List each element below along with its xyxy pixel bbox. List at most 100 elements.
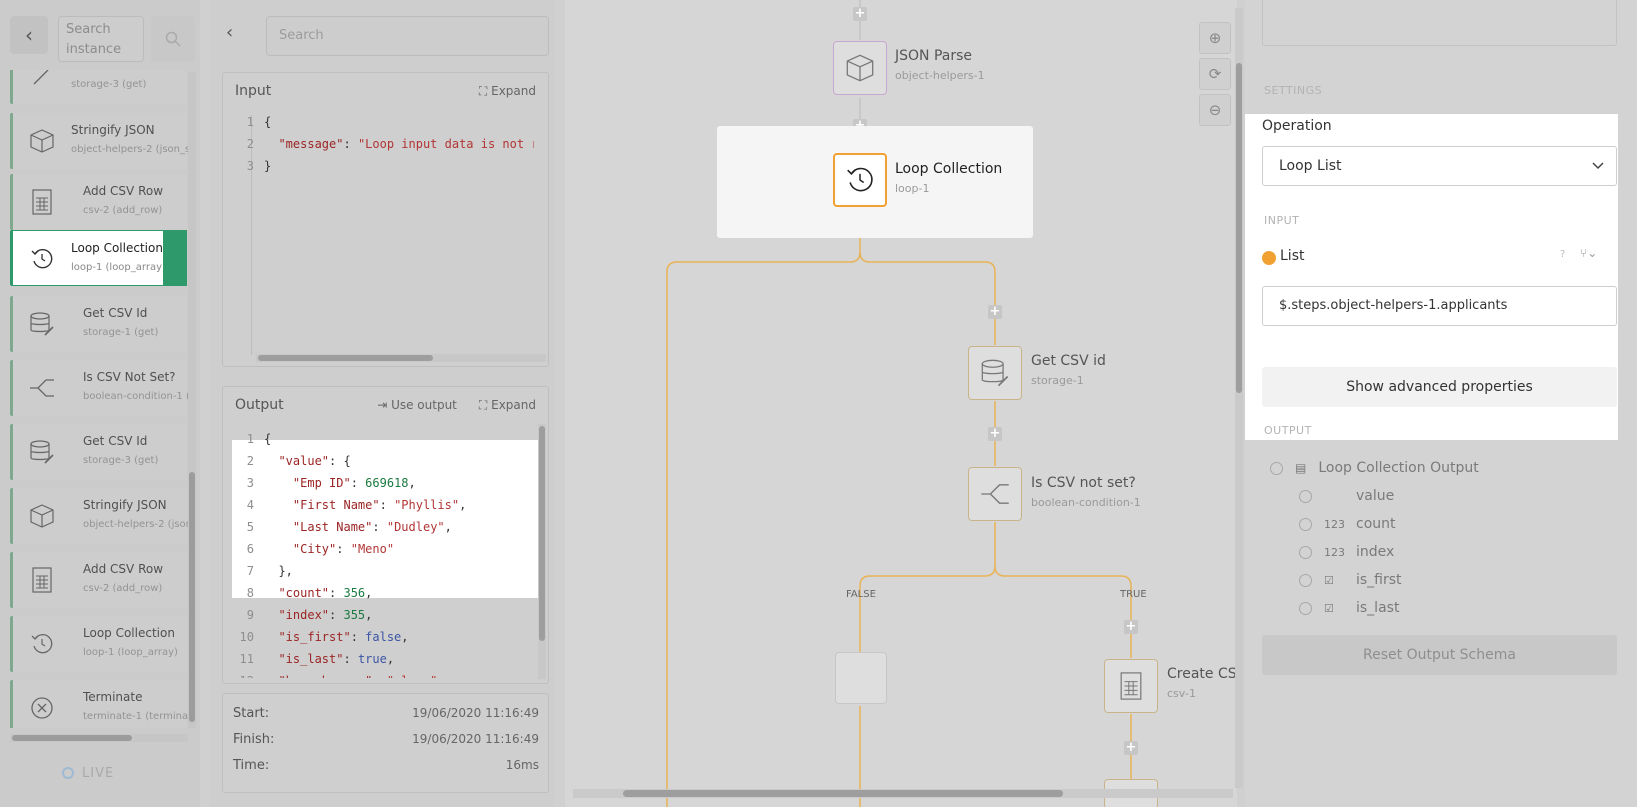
add-step-button[interactable]: + (988, 427, 1002, 441)
input-hscrollbar[interactable] (256, 354, 546, 362)
json-parse-node[interactable] (833, 41, 887, 95)
step-list-scrollbar[interactable] (188, 72, 196, 728)
expand-output-button[interactable]: ⛶ Expand (479, 398, 536, 413)
use-output-button[interactable]: ⇥ Use output (377, 398, 457, 413)
add-step-button[interactable]: + (1124, 620, 1138, 634)
loop-collection-node[interactable] (833, 153, 887, 207)
output-field-count[interactable]: 123 count (1299, 516, 1396, 532)
code-line: "is_last": true, (278, 652, 395, 666)
finish-label: Finish: (233, 732, 275, 747)
is-csv-not-set-node[interactable] (968, 467, 1022, 521)
time-value: 16ms (505, 758, 539, 772)
step-title: Get CSV Id (83, 306, 148, 320)
zoom-in-button[interactable]: ⊕ (1199, 22, 1231, 54)
add-step-button[interactable]: + (988, 305, 1002, 319)
output-code[interactable]: 1{2 "value": {3 "Emp ID": 669618, 4 "Firs… (232, 428, 537, 678)
node-subtitle: boolean-condition-1 (1031, 496, 1141, 509)
code-line: "First Name": "Phyllis", (292, 498, 467, 512)
database-edit-icon (27, 437, 57, 467)
node-subtitle: loop-1 (895, 182, 930, 195)
expand-input-button[interactable]: ⛶ Expand (479, 84, 536, 99)
radio-icon (1299, 601, 1312, 615)
zoom-out-icon: ⊖ (1208, 101, 1222, 119)
field-name: count (1356, 516, 1396, 532)
search-button[interactable] (151, 16, 195, 62)
step-subtitle: terminate-1 (terminate_r (83, 711, 188, 722)
step-title: Terminate (83, 690, 143, 704)
back-button[interactable]: ‹ (10, 16, 48, 54)
step-item[interactable]: Add CSV Row csv-2 (add_row) (10, 552, 187, 608)
node-title: Create CSV (1167, 666, 1237, 682)
step-item[interactable]: Get CSV Id storage-3 (get) (10, 424, 187, 480)
branch-icon (981, 484, 1009, 504)
live-indicator-icon (62, 767, 74, 779)
zoom-out-button[interactable]: ⊖ (1199, 94, 1231, 126)
search-input[interactable]: Search (266, 16, 549, 56)
input-title: Input (235, 83, 272, 99)
time-label: Time: (233, 758, 270, 773)
reset-zoom-button[interactable]: ⟳ (1199, 58, 1231, 90)
name-input-partial[interactable] (1262, 0, 1617, 46)
step-item[interactable]: storage-3 (get) (10, 70, 187, 104)
output-section-label: OUTPUT (1264, 424, 1312, 437)
code-line: "branch_name": "_loop" (264, 670, 437, 678)
field-type-icon: 123 (1324, 517, 1345, 531)
cube-icon (846, 54, 874, 82)
step-subtitle: csv-2 (add_row) (83, 205, 163, 216)
required-indicator-icon (1262, 251, 1276, 265)
code-line: }, (264, 564, 293, 578)
step-item[interactable]: Get CSV Id storage-1 (get) (10, 296, 187, 352)
output-field-value[interactable]: value (1299, 488, 1394, 504)
execution-stats: Start: 19/06/2020 11:16:49 Finish: 19/06/2… (222, 693, 549, 793)
canvas-vscrollbar[interactable] (1235, 8, 1243, 788)
input-pane-header: Input ⛶ Expand (223, 73, 548, 109)
output-pane-header: Output ⇥ Use output ⛶ Expand (223, 387, 548, 423)
field-name: is_last (1356, 600, 1400, 616)
operation-select[interactable]: Loop List (1262, 146, 1617, 186)
step-title: Loop Collection (71, 241, 163, 255)
output-root-item[interactable]: ▤ Loop Collection Output (1270, 460, 1479, 476)
add-step-button[interactable]: + (853, 7, 867, 21)
get-csv-id-node[interactable] (968, 346, 1022, 400)
live-toggle[interactable]: LIVE (62, 766, 114, 781)
live-label: LIVE (82, 766, 115, 781)
radio-icon (1299, 545, 1312, 559)
code-line: "Last Name": "Dudley", (292, 520, 452, 534)
step-item[interactable]: Loop Collection loop-1 (loop_array) (10, 616, 187, 672)
create-csv-node[interactable] (1104, 659, 1158, 713)
search-instance-input[interactable]: Search instance (58, 16, 144, 62)
collapse-button[interactable]: ‹ (226, 22, 233, 43)
branch-false-label: FALSE (846, 589, 876, 600)
output-field-is-first[interactable]: ☑ is_first (1299, 572, 1402, 588)
node-title: Get CSV id (1031, 353, 1106, 369)
output-vscrollbar[interactable] (538, 424, 546, 679)
code-line: "value": { (278, 454, 351, 468)
step-item-active[interactable]: Loop Collection loop-1 (loop_array) (10, 230, 187, 286)
output-field-index[interactable]: 123 index (1299, 544, 1394, 560)
step-list-hscrollbar[interactable] (10, 734, 188, 742)
step-item[interactable]: Stringify JSON object-helpers-2 (json_st (10, 488, 188, 544)
step-item[interactable]: Add CSV Row csv-2 (add_row) (10, 174, 187, 230)
add-step-button[interactable]: + (1124, 741, 1138, 755)
code-line: { (264, 432, 272, 446)
canvas-hscrollbar[interactable] (573, 789, 1233, 798)
output-field-is-last[interactable]: ☑ is_last (1299, 600, 1399, 616)
list-label: List (1280, 248, 1305, 264)
node-subtitle: csv-1 (1167, 687, 1196, 700)
connector-type-icon[interactable]: ⑂⌄ (1580, 246, 1597, 260)
cube-icon (27, 501, 57, 531)
step-item[interactable]: Stringify JSON object-helpers-2 (json_st (10, 113, 188, 169)
search-icon (165, 31, 181, 47)
step-title: Add CSV Row (83, 184, 164, 198)
empty-step-placeholder[interactable] (835, 652, 887, 704)
reset-output-schema-button[interactable]: Reset Output Schema (1262, 635, 1617, 675)
chevron-down-icon (1592, 159, 1604, 173)
show-advanced-properties-button[interactable]: Show advanced properties (1262, 367, 1617, 407)
step-subtitle: storage-3 (get) (71, 79, 147, 90)
list-input[interactable]: $.steps.object-helpers-1.applicants (1262, 286, 1617, 326)
step-item[interactable]: Terminate terminate-1 (terminate_r (10, 680, 188, 728)
help-icon[interactable]: ? (1560, 249, 1565, 260)
step-item[interactable]: Is CSV Not Set? boolean-condition-1 (boo (10, 360, 188, 416)
code-line: "Emp ID": 669618, (292, 476, 416, 490)
workflow-canvas[interactable]: + JSON Parse object-helpers-1 + Loop Col… (565, 0, 1237, 807)
